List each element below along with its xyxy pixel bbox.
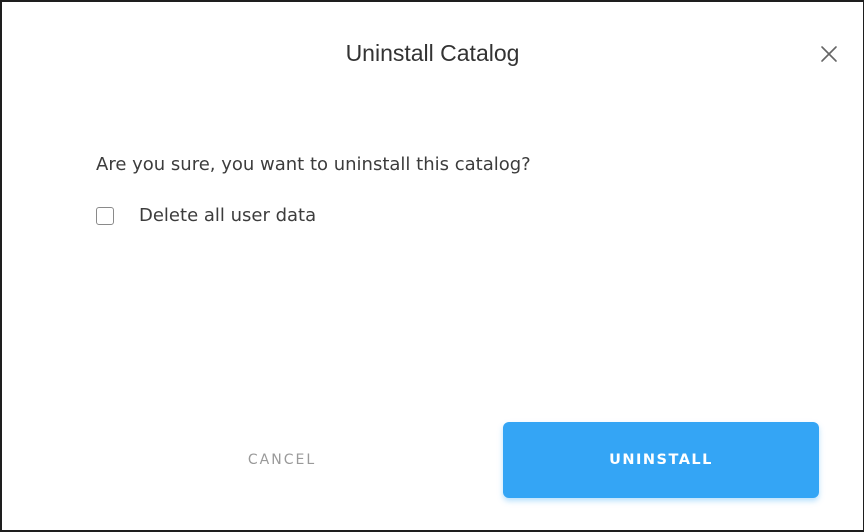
delete-user-data-option[interactable]: Delete all user data [96,202,316,230]
uninstall-button[interactable]: UNINSTALL [503,422,819,498]
cancel-button[interactable]: CANCEL [202,440,362,480]
delete-user-data-checkbox[interactable] [96,207,114,225]
confirmation-message: Are you sure, you want to uninstall this… [96,154,531,175]
uninstall-catalog-dialog: Uninstall Catalog Are you sure, you want… [0,0,864,532]
close-icon [821,46,837,62]
delete-user-data-label[interactable]: Delete all user data [139,202,316,230]
close-button[interactable] [817,42,841,66]
dialog-title: Uninstall Catalog [345,40,520,66]
